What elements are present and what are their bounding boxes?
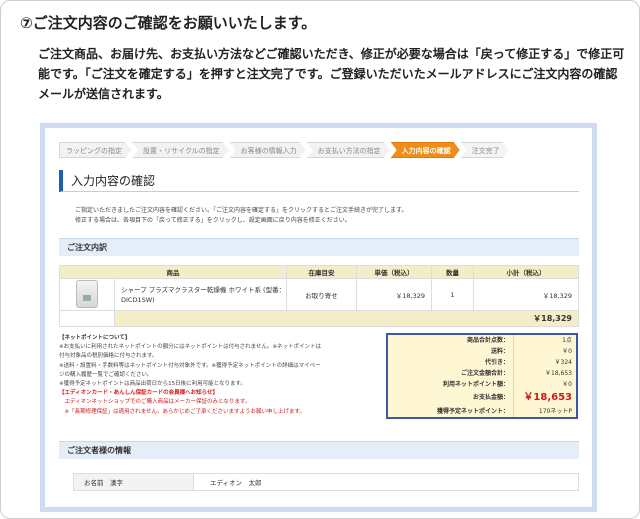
summary-value: ￥0 <box>562 381 572 388</box>
step-wrapping: ラッピングの指定 <box>59 142 131 158</box>
product-price: ￥18,329 <box>356 278 432 311</box>
customer-name-row: お名前 漢字 エディオン 太郎 <box>73 473 579 491</box>
screenshot-frame: ラッピングの指定 設置・リサイクルの指定 お客様の情報入力 お支払い方法の指定 … <box>40 123 597 512</box>
col-subtotal: 小計（税込） <box>473 265 579 279</box>
payment-amount-label: お支払金額： <box>388 390 514 406</box>
points-info-line: ※獲得予定ネットポイントは商品出荷日から15日後に利用可能となります。 <box>59 381 246 388</box>
summary-row: ご注文金額合計： ￥18,653 <box>388 368 576 379</box>
product-qty: 1 <box>431 278 474 311</box>
summary-value: 1点 <box>562 337 572 344</box>
points-info-line: 付与対象品の税別価格に付与されます。 <box>59 353 158 360</box>
intro-text: ご注文商品、お届け先、お支払い方法などご確認いただき、修正が必要な場合は「戻って… <box>38 47 625 101</box>
checkout-progress-steps: ラッピングの指定 設置・リサイクルの指定 お客様の情報入力 お支払い方法の指定 … <box>59 142 510 158</box>
summary-label: 送料： <box>388 346 514 357</box>
notice-line: ご指定いただきましたご注文内容を確認ください。「ご注文内容を確定する」をクリック… <box>75 207 408 214</box>
net-point-info: 【ネットポイントについて】 ※お支払いに利用されたネットポイントの額分にはネット… <box>59 334 379 417</box>
summary-value: ￥0 <box>562 348 572 355</box>
confirm-notice: ご指定いただきましたご注文内容を確認ください。「ご注文内容を確定する」をクリック… <box>75 206 575 226</box>
summary-row: 送料： ￥0 <box>388 346 576 357</box>
table-header-row: 商品 在庫目安 単価（税込） 数量 小計（税込） <box>59 265 579 279</box>
step-confirm: 入力内容の確認 <box>391 142 460 158</box>
product-image-cell <box>59 278 115 311</box>
points-info-line: ※送料・設置料・手数料等はネットポイント付与対象外です。※獲得予定ネットポイント… <box>59 362 321 369</box>
payment-amount: ￥18,653 <box>523 392 572 403</box>
summary-row: 利用ネットポイント額： ￥0 <box>388 379 576 390</box>
customer-name-value: エディオン 太郎 <box>210 479 262 487</box>
order-table: 商品 在庫目安 単価（税込） 数量 小計（税込） シャープ プラズマクラスター乾… <box>59 265 579 327</box>
summary-label: 利用ネットポイント額： <box>388 379 514 390</box>
summary-row: 代引き： ￥324 <box>388 357 576 368</box>
col-price: 単価（税込） <box>356 265 432 279</box>
table-row: シャープ プラズマクラスター乾燥機 ホワイト系 (型番：DICD1SW) お取り… <box>59 278 579 311</box>
page-title: 入力内容の確認 <box>59 170 579 192</box>
summary-label: 商品合計点数： <box>388 335 514 346</box>
card-notice-title: 【エディオンカード・あんしん保証カードの会員様へお知らせ】 <box>59 390 219 397</box>
summary-row-payment: お支払金額： ￥18,653 <box>388 390 576 406</box>
summary-row: 獲得予定ネットポイント： 170ネットP <box>388 406 576 417</box>
summary-value: ￥324 <box>554 359 572 366</box>
product-image[interactable] <box>76 279 98 308</box>
summary-label: 代引き： <box>388 357 514 368</box>
step-installation: 設置・リサイクルの指定 <box>132 142 229 158</box>
notice-line: 修正する場合は、各項目下の「戻って修正する」をクリックし、設定画面に戻り内容を修… <box>75 217 351 224</box>
table-total-row: ￥18,329 <box>59 310 579 327</box>
summary-label: 獲得予定ネットポイント： <box>388 406 514 417</box>
product-stock: お取り寄せ <box>286 278 357 311</box>
summary-label: ご注文金額合計： <box>388 368 514 379</box>
points-info-title: 【ネットポイントについて】 <box>59 335 131 341</box>
col-product: 商品 <box>59 265 287 279</box>
points-info-line: ※お支払いに利用されたネットポイントの額分にはネットポイントは付与されません。※… <box>59 344 322 351</box>
customer-name-label: お名前 漢字 <box>74 474 194 490</box>
step-heading: ⑦ご注文内容のご確認をお願いいたします。 <box>20 14 317 32</box>
summary-value: ￥18,653 <box>545 370 572 377</box>
summary-value: 170ネットP <box>538 408 572 415</box>
product-name[interactable]: シャープ プラズマクラスター乾燥機 ホワイト系 (型番：DICD1SW) <box>114 278 287 311</box>
payment-summary: 商品合計点数： 1点 送料： ￥0 代引き： ￥324 ご注文金額合計： ￥18… <box>386 333 578 419</box>
card-notice-line: エディオンネットショップでのご購入商品はメーカー保証のみとなります。 <box>59 399 251 406</box>
checkout-screen: ラッピングの指定 設置・リサイクルの指定 お客様の情報入力 お支払い方法の指定 … <box>45 128 592 507</box>
step-customer-info: お客様の情報入力 <box>230 142 306 158</box>
customer-section-title: ご注文者様の情報 <box>59 441 579 459</box>
total-spacer <box>59 310 115 327</box>
col-stock: 在庫目安 <box>286 265 357 279</box>
order-section-title: ご注文内訳 <box>59 238 579 256</box>
step-complete: 注文完了 <box>461 142 509 158</box>
summary-row: 商品合計点数： 1点 <box>388 335 576 346</box>
step-payment: お支払い方法の指定 <box>307 142 390 158</box>
points-info-line: ジの購入履歴一覧でご確認ください。 <box>59 371 153 378</box>
card-notice-line: ※「長期修理保証」は適用されません。あらかじめご了承くださいますようお願い申し上… <box>59 408 305 415</box>
product-subtotal: ￥18,329 <box>473 278 579 311</box>
order-total: ￥18,329 <box>114 310 579 327</box>
col-qty: 数量 <box>431 265 474 279</box>
